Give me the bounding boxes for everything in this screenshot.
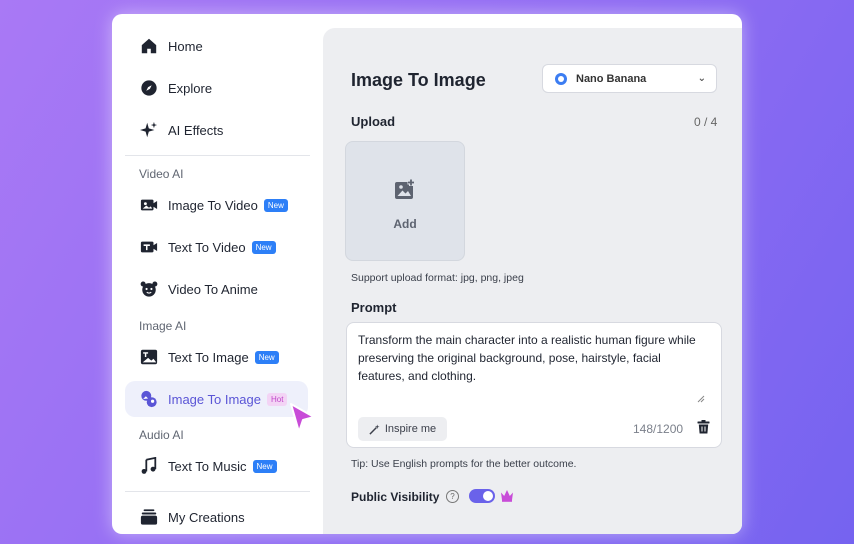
- sidebar-item-label: Text To Music: [168, 458, 247, 474]
- sidebar: Home Explore AI Effects Video AI Image T…: [112, 14, 322, 534]
- sidebar-item-label: Text To Image: [168, 349, 249, 365]
- app-card: Home Explore AI Effects Video AI Image T…: [112, 14, 742, 534]
- image-image-icon: [139, 389, 159, 409]
- sidebar-item-label: Image To Image: [168, 391, 261, 407]
- add-image-icon: [395, 179, 415, 199]
- main-panel: Image To Image Nano Banana ⌄ Upload 0 / …: [323, 28, 742, 534]
- sidebar-item-label: Text To Video: [168, 239, 246, 255]
- character-count: 148/1200: [633, 422, 684, 436]
- upload-count: 0 / 4: [694, 115, 718, 129]
- sidebar-item-my-creations[interactable]: My Creations: [125, 499, 308, 534]
- image-video-icon: [139, 195, 159, 215]
- model-dropdown[interactable]: Nano Banana ⌄: [542, 64, 717, 93]
- page-title: Image To Image: [351, 70, 486, 90]
- sidebar-item-ai-effects[interactable]: AI Effects: [125, 112, 308, 148]
- upload-dropzone[interactable]: Add: [345, 141, 465, 261]
- inspire-me-label: Inspire me: [384, 423, 437, 435]
- sidebar-item-text-to-video[interactable]: Text To Video New: [125, 229, 308, 265]
- chevron-down-icon: ⌄: [697, 73, 706, 84]
- anime-icon: [139, 279, 159, 299]
- new-badge: New: [251, 240, 276, 254]
- sidebar-item-explore[interactable]: Explore: [125, 70, 308, 106]
- hot-badge: Hot: [266, 392, 288, 406]
- sidebar-item-image-to-video[interactable]: Image To Video New: [125, 187, 308, 223]
- resize-handle-icon[interactable]: [697, 395, 705, 403]
- upload-label: Upload: [351, 114, 396, 129]
- trash-icon[interactable]: [697, 420, 710, 434]
- help-icon[interactable]: ?: [446, 490, 459, 503]
- prompt-tip: Tip: Use English prompts for the better …: [351, 458, 577, 470]
- section-label-image-ai: Image AI: [139, 319, 187, 333]
- pointer-cursor-icon: [290, 403, 315, 433]
- add-label: Add: [393, 217, 417, 231]
- section-label-video-ai: Video AI: [139, 167, 184, 181]
- prompt-text[interactable]: Transform the main character into a real…: [358, 331, 703, 385]
- inspire-me-button[interactable]: Inspire me: [358, 417, 447, 441]
- upload-format-hint: Support upload format: jpg, png, jpeg: [351, 272, 524, 284]
- sidebar-divider: [125, 491, 310, 492]
- model-selected-value: Nano Banana: [576, 72, 647, 85]
- new-badge: New: [254, 350, 279, 364]
- sidebar-item-text-to-music[interactable]: Text To Music New: [125, 448, 308, 484]
- section-label-audio-ai: Audio AI: [139, 428, 184, 442]
- music-icon: [139, 456, 159, 476]
- sidebar-item-label: My Creations: [168, 509, 245, 525]
- creations-icon: [139, 507, 159, 527]
- public-visibility-toggle[interactable]: [469, 489, 495, 503]
- crown-icon: [501, 490, 513, 502]
- sparkles-icon: [139, 120, 159, 140]
- home-icon: [139, 36, 159, 56]
- magic-wand-icon: [369, 423, 380, 435]
- sidebar-item-home[interactable]: Home: [125, 28, 308, 64]
- sidebar-item-video-to-anime[interactable]: Video To Anime: [125, 271, 308, 307]
- compass-icon: [139, 78, 159, 98]
- sidebar-item-image-to-image[interactable]: Image To Image Hot: [125, 381, 308, 417]
- sidebar-item-label: AI Effects: [168, 122, 224, 138]
- sidebar-item-label: Image To Video: [168, 197, 258, 213]
- model-logo-icon: [555, 72, 567, 85]
- text-video-icon: [139, 237, 159, 257]
- sidebar-item-label: Home: [168, 38, 203, 54]
- sidebar-item-label: Explore: [168, 80, 213, 96]
- text-image-icon: [139, 347, 159, 367]
- prompt-label: Prompt: [351, 300, 397, 315]
- sidebar-item-label: Video To Anime: [168, 281, 258, 297]
- sidebar-divider: [125, 155, 310, 156]
- prompt-textarea[interactable]: Transform the main character into a real…: [346, 322, 722, 448]
- new-badge: New: [263, 198, 288, 212]
- sidebar-item-text-to-image[interactable]: Text To Image New: [125, 339, 308, 375]
- public-visibility-label: Public Visibility: [351, 490, 440, 504]
- new-badge: New: [252, 459, 277, 473]
